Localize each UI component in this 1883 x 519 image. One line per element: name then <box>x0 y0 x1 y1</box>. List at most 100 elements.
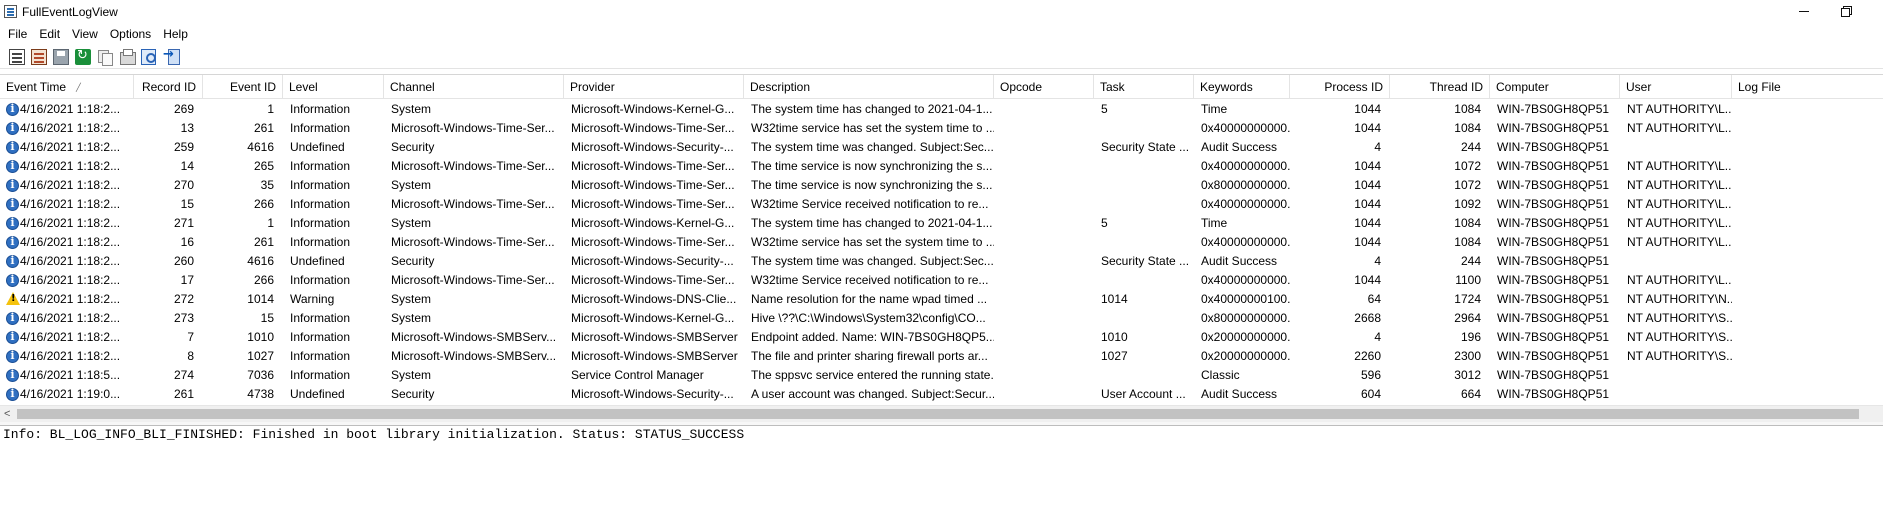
menu-file[interactable]: File <box>2 27 33 41</box>
table-row[interactable]: 4/16/2021 1:18:2... 14 265 Information Micro… <box>0 157 1883 176</box>
cell-computer: WIN-7BS0GH8QP51 <box>1497 159 1610 173</box>
col-level[interactable]: Level <box>283 75 384 99</box>
cell-log-file <box>1732 176 1883 195</box>
table-row[interactable]: 4/16/2021 1:18:2... 13 261 Information Micro… <box>0 119 1883 138</box>
col-event-time[interactable]: Event Time ╱ <box>0 75 134 99</box>
cell-keywords: Audit Success <box>1201 387 1278 401</box>
col-log-file[interactable]: Log File <box>1732 75 1883 99</box>
copy-icon[interactable] <box>97 49 113 66</box>
cell-event-time: 4/16/2021 1:18:2... <box>20 330 121 344</box>
cell-event-id: 1 <box>267 102 274 116</box>
col-description[interactable]: Description <box>744 75 994 99</box>
cell-description: Endpoint added. Name: WIN-7BS0GH8QP5... <box>751 330 994 344</box>
properties-icon[interactable] <box>9 48 25 65</box>
cell-description: The file and printer sharing firewall po… <box>751 349 988 363</box>
scroll-left-icon[interactable]: < <box>4 406 10 422</box>
table-row[interactable]: 4/16/2021 1:18:5... 274 7036 Information Sys… <box>0 366 1883 385</box>
cell-record-id: 261 <box>173 387 194 401</box>
cell-computer: WIN-7BS0GH8QP51 <box>1497 254 1610 268</box>
sort-ascending-icon: ╱ <box>76 83 81 92</box>
information-icon <box>6 216 19 230</box>
table-row[interactable]: 4/16/2021 1:19:0... 261 4738 Undefined Secur… <box>0 385 1883 404</box>
cell-user: NT AUTHORITY\S... <box>1627 349 1732 363</box>
cell-user: NT AUTHORITY\L... <box>1627 273 1732 287</box>
cell-computer: WIN-7BS0GH8QP51 <box>1497 121 1610 135</box>
cell-log-file <box>1732 366 1883 385</box>
cell-computer: WIN-7BS0GH8QP51 <box>1497 311 1610 325</box>
table-row[interactable]: 4/16/2021 1:18:2... 260 4616 Undefined Secur… <box>0 252 1883 271</box>
col-record-id[interactable]: Record ID <box>134 75 203 99</box>
col-user[interactable]: User <box>1620 75 1732 99</box>
cell-level: Warning <box>290 292 335 306</box>
table-row[interactable]: 4/16/2021 1:18:2... 16 261 Information Micro… <box>0 233 1883 252</box>
restore-button[interactable] <box>1826 0 1866 22</box>
cell-user: NT AUTHORITY\S... <box>1627 330 1732 344</box>
cell-record-id: 269 <box>173 102 194 116</box>
col-keywords[interactable]: Keywords <box>1194 75 1290 99</box>
table-row[interactable]: 4/16/2021 1:18:2... 270 35 Information Syste… <box>0 176 1883 195</box>
html-report-icon[interactable] <box>119 48 136 65</box>
cell-keywords: Classic <box>1201 368 1240 382</box>
col-task[interactable]: Task <box>1094 75 1194 99</box>
find-icon[interactable] <box>141 48 157 65</box>
cell-process-id: 1044 <box>1354 178 1381 192</box>
col-opcode[interactable]: Opcode <box>994 75 1094 99</box>
menu-edit[interactable]: Edit <box>33 27 66 41</box>
cell-description: W32time Service received notification to… <box>751 197 989 211</box>
cell-log-file <box>1732 271 1883 290</box>
col-event-id[interactable]: Event ID <box>203 75 283 99</box>
col-computer[interactable]: Computer <box>1490 75 1620 99</box>
table-row[interactable]: 4/16/2021 1:18:2... 269 1 Information System… <box>0 100 1883 119</box>
cell-task <box>1094 233 1194 252</box>
cell-provider: Microsoft-Windows-Security-... <box>571 387 734 401</box>
cell-level: Information <box>290 311 351 325</box>
scroll-thumb[interactable] <box>17 409 1859 419</box>
col-channel[interactable]: Channel <box>384 75 564 99</box>
minimize-button[interactable] <box>1784 0 1824 22</box>
cell-task <box>1094 119 1194 138</box>
cell-opcode <box>994 366 1094 385</box>
cell-opcode <box>994 176 1094 195</box>
cell-opcode <box>994 328 1094 347</box>
table-row[interactable]: 4/16/2021 1:18:2... 7 1010 Information Micro… <box>0 328 1883 347</box>
save-icon[interactable] <box>53 48 69 65</box>
choose-data-source-icon[interactable] <box>31 48 47 65</box>
cell-event-time: 4/16/2021 1:18:2... <box>20 178 121 192</box>
cell-provider: Microsoft-Windows-Time-Ser... <box>571 273 735 287</box>
col-process-id[interactable]: Process ID <box>1290 75 1390 99</box>
cell-record-id: 17 <box>180 273 194 287</box>
table-row[interactable]: 4/16/2021 1:18:2... 259 4616 Undefined Secur… <box>0 138 1883 157</box>
table-row[interactable]: 4/16/2021 1:18:2... 273 15 Information Syste… <box>0 309 1883 328</box>
exit-icon[interactable] <box>163 47 180 65</box>
cell-event-id: 1010 <box>247 330 274 344</box>
cell-task: Security State ... <box>1101 254 1190 268</box>
cell-provider: Microsoft-Windows-SMBServer <box>571 349 738 363</box>
cell-description: The system time was changed. Subject:Sec… <box>751 140 994 154</box>
menu-view[interactable]: View <box>66 27 104 41</box>
menu-help[interactable]: Help <box>157 27 194 41</box>
table-row[interactable]: 4/16/2021 1:18:2... 272 1014 Warning System M… <box>0 290 1883 309</box>
menu-options[interactable]: Options <box>104 27 157 41</box>
cell-keywords: 0x40000000000... <box>1201 121 1290 135</box>
cell-process-id: 2260 <box>1354 349 1381 363</box>
col-provider[interactable]: Provider <box>564 75 744 99</box>
cell-log-file <box>1732 328 1883 347</box>
cell-thread-id: 1084 <box>1454 102 1481 116</box>
table-row[interactable]: 4/16/2021 1:18:2... 15 266 Information Micro… <box>0 195 1883 214</box>
table-row[interactable]: 4/16/2021 1:18:2... 17 266 Information Micro… <box>0 271 1883 290</box>
cell-description: The system time has changed to 2021-04-1… <box>751 216 993 230</box>
table-row[interactable]: 4/16/2021 1:18:2... 8 1027 Information Micro… <box>0 347 1883 366</box>
cell-event-id: 1 <box>267 216 274 230</box>
refresh-icon[interactable] <box>75 48 91 65</box>
col-thread-id[interactable]: Thread ID <box>1390 75 1490 99</box>
table-row[interactable]: 4/16/2021 1:18:2... 271 1 Information System… <box>0 214 1883 233</box>
cell-thread-id: 1084 <box>1454 121 1481 135</box>
cell-thread-id: 2964 <box>1454 311 1481 325</box>
pane-splitter[interactable] <box>0 422 1883 426</box>
menu-bar: File Edit View Options Help <box>0 24 1883 44</box>
cell-log-file <box>1732 119 1883 138</box>
cell-event-time: 4/16/2021 1:18:2... <box>20 121 121 135</box>
cell-event-time: 4/16/2021 1:18:2... <box>20 159 121 173</box>
cell-opcode <box>994 119 1094 138</box>
horizontal-scrollbar[interactable]: < <box>0 405 1883 422</box>
